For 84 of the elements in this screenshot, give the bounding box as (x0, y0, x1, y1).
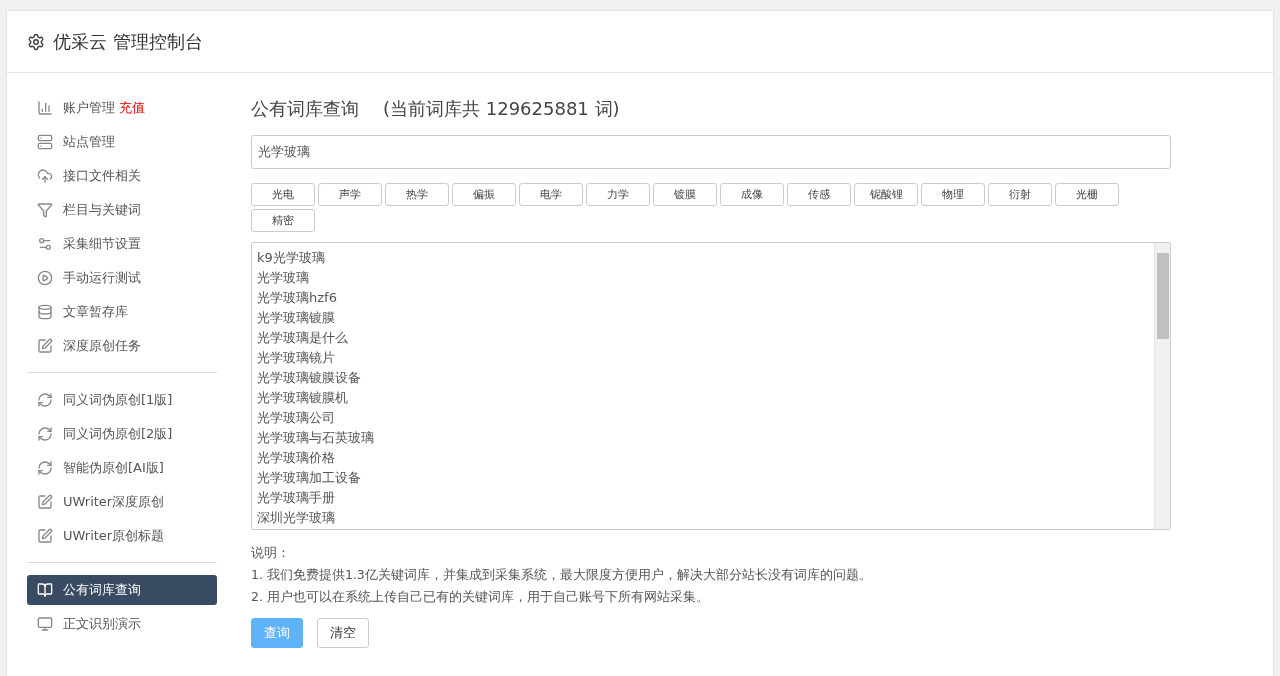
sidebar-item[interactable]: UWriter原创标题 (27, 521, 217, 551)
tag-button[interactable]: 热学 (385, 183, 449, 206)
result-item[interactable]: 光学玻璃与石英玻璃 (257, 428, 1149, 448)
sidebar-label: 采集细节设置 (63, 235, 141, 253)
sidebar-item[interactable]: 手动运行测试 (27, 263, 217, 293)
sidebar-item[interactable]: 接口文件相关 (27, 161, 217, 191)
clear-button[interactable]: 清空 (317, 618, 369, 648)
sidebar-item[interactable]: 账户管理 充值 (27, 93, 217, 123)
sidebar-item[interactable]: 栏目与关键词 (27, 195, 217, 225)
tag-button[interactable]: 衍射 (988, 183, 1052, 206)
bar-chart-icon (37, 100, 53, 116)
result-item[interactable]: 光学玻璃镀膜设备 (257, 368, 1149, 388)
word-count: (当前词库共 129625881 词) (383, 97, 620, 121)
tag-button[interactable]: 成像 (720, 183, 784, 206)
result-item[interactable]: k9光学玻璃 (257, 248, 1149, 268)
book-icon (37, 582, 53, 598)
tag-button[interactable]: 偏振 (452, 183, 516, 206)
note-text: 1. 我们免费提供1.3亿关键词库，并集成到采集系统，最大限度方便用户，解决大部分站长没有词库的问题。 (251, 566, 873, 584)
refresh-icon (37, 426, 53, 442)
sliders-icon (37, 236, 53, 252)
result-item[interactable]: 光学玻璃是什么 (257, 328, 1149, 348)
edit-icon (37, 338, 53, 354)
console-title: 优采云 管理控制台 (53, 29, 203, 54)
tag-button[interactable]: 声学 (318, 183, 382, 206)
tag-button[interactable]: 物理 (921, 183, 985, 206)
sidebar-item[interactable]: 深度原创任务 (27, 331, 217, 361)
sidebar-label: 站点管理 (63, 133, 115, 151)
tag-button[interactable]: 镀膜 (653, 183, 717, 206)
tag-button[interactable]: 光栅 (1055, 183, 1119, 206)
tag-button[interactable]: 精密 (251, 209, 315, 232)
result-item[interactable]: 深圳光学玻璃 (257, 508, 1149, 528)
sidebar-label: 同义词伪原创[2版] (63, 425, 173, 443)
tag-button[interactable]: 传感 (787, 183, 851, 206)
tag-button[interactable]: 光电 (251, 183, 315, 206)
sidebar-label: UWriter原创标题 (63, 527, 165, 545)
refresh-icon (37, 392, 53, 408)
monitor-icon (37, 616, 53, 632)
result-item[interactable]: 光学玻璃镀膜机 (257, 388, 1149, 408)
play-icon (37, 270, 53, 286)
page-title: 公有词库查询 (251, 97, 359, 121)
edit-icon (37, 528, 53, 544)
refresh-icon (37, 460, 53, 476)
settings-icon (27, 32, 45, 51)
sidebar-item[interactable]: 文章暂存库 (27, 297, 217, 327)
database-icon (37, 304, 53, 320)
result-item[interactable]: 光学玻璃加工设备 (257, 468, 1149, 488)
sidebar-item[interactable]: 公有词库查询 (27, 575, 217, 605)
sidebar-label: 文章暂存库 (63, 303, 128, 321)
sidebar-item[interactable]: 正文识别演示 (27, 609, 217, 639)
tag-button[interactable]: 电学 (519, 183, 583, 206)
server-icon (37, 134, 53, 150)
sidebar-label: 手动运行测试 (63, 269, 141, 287)
sidebar-item[interactable]: 智能伪原创[AI版] (27, 453, 217, 483)
recharge-link[interactable]: 充值 (119, 99, 145, 117)
filter-icon (37, 202, 53, 218)
sidebar-item[interactable]: 站点管理 (27, 127, 217, 157)
result-item[interactable]: 光学玻璃价格 (257, 448, 1149, 468)
sidebar-label: 公有词库查询 (63, 581, 141, 599)
sidebar-label: 账户管理 (63, 99, 115, 117)
result-item[interactable]: 光学玻璃镀膜 (257, 308, 1149, 328)
sidebar-item[interactable]: 同义词伪原创[1版] (27, 385, 217, 415)
search-field[interactable]: 光学玻璃 (251, 135, 1171, 169)
result-item[interactable]: 光学玻璃手册 (257, 488, 1149, 508)
sidebar-item[interactable]: UWriter深度原创 (27, 487, 217, 517)
scrollbar[interactable] (1154, 243, 1170, 529)
result-item[interactable]: 光学玻璃公司 (257, 408, 1149, 428)
tag-button[interactable]: 铌酸锂 (854, 183, 918, 206)
result-item[interactable]: 光学玻璃 (257, 268, 1149, 288)
cloud-upload-icon (37, 168, 53, 184)
sidebar-label: 正文识别演示 (63, 615, 141, 633)
sidebar-label: 深度原创任务 (63, 337, 141, 355)
sidebar-item[interactable]: 同义词伪原创[2版] (27, 419, 217, 449)
note-text: 2. 用户也可以在系统上传自己已有的关键词库，用于自己账号下所有网站采集。 (251, 588, 710, 606)
sidebar-label: 同义词伪原创[1版] (63, 391, 173, 409)
edit-icon (37, 494, 53, 510)
sidebar-label: 接口文件相关 (63, 167, 141, 185)
sidebar-label: 栏目与关键词 (63, 201, 141, 219)
result-item[interactable]: 光学玻璃hzf6 (257, 288, 1149, 308)
tag-button[interactable]: 力学 (586, 183, 650, 206)
sidebar-label: 智能伪原创[AI版] (63, 459, 164, 477)
sidebar-item[interactable]: 采集细节设置 (27, 229, 217, 259)
result-item[interactable]: 光学玻璃镜片 (257, 348, 1149, 368)
sidebar-label: UWriter深度原创 (63, 493, 165, 511)
notes-title: 说明： (251, 544, 291, 562)
